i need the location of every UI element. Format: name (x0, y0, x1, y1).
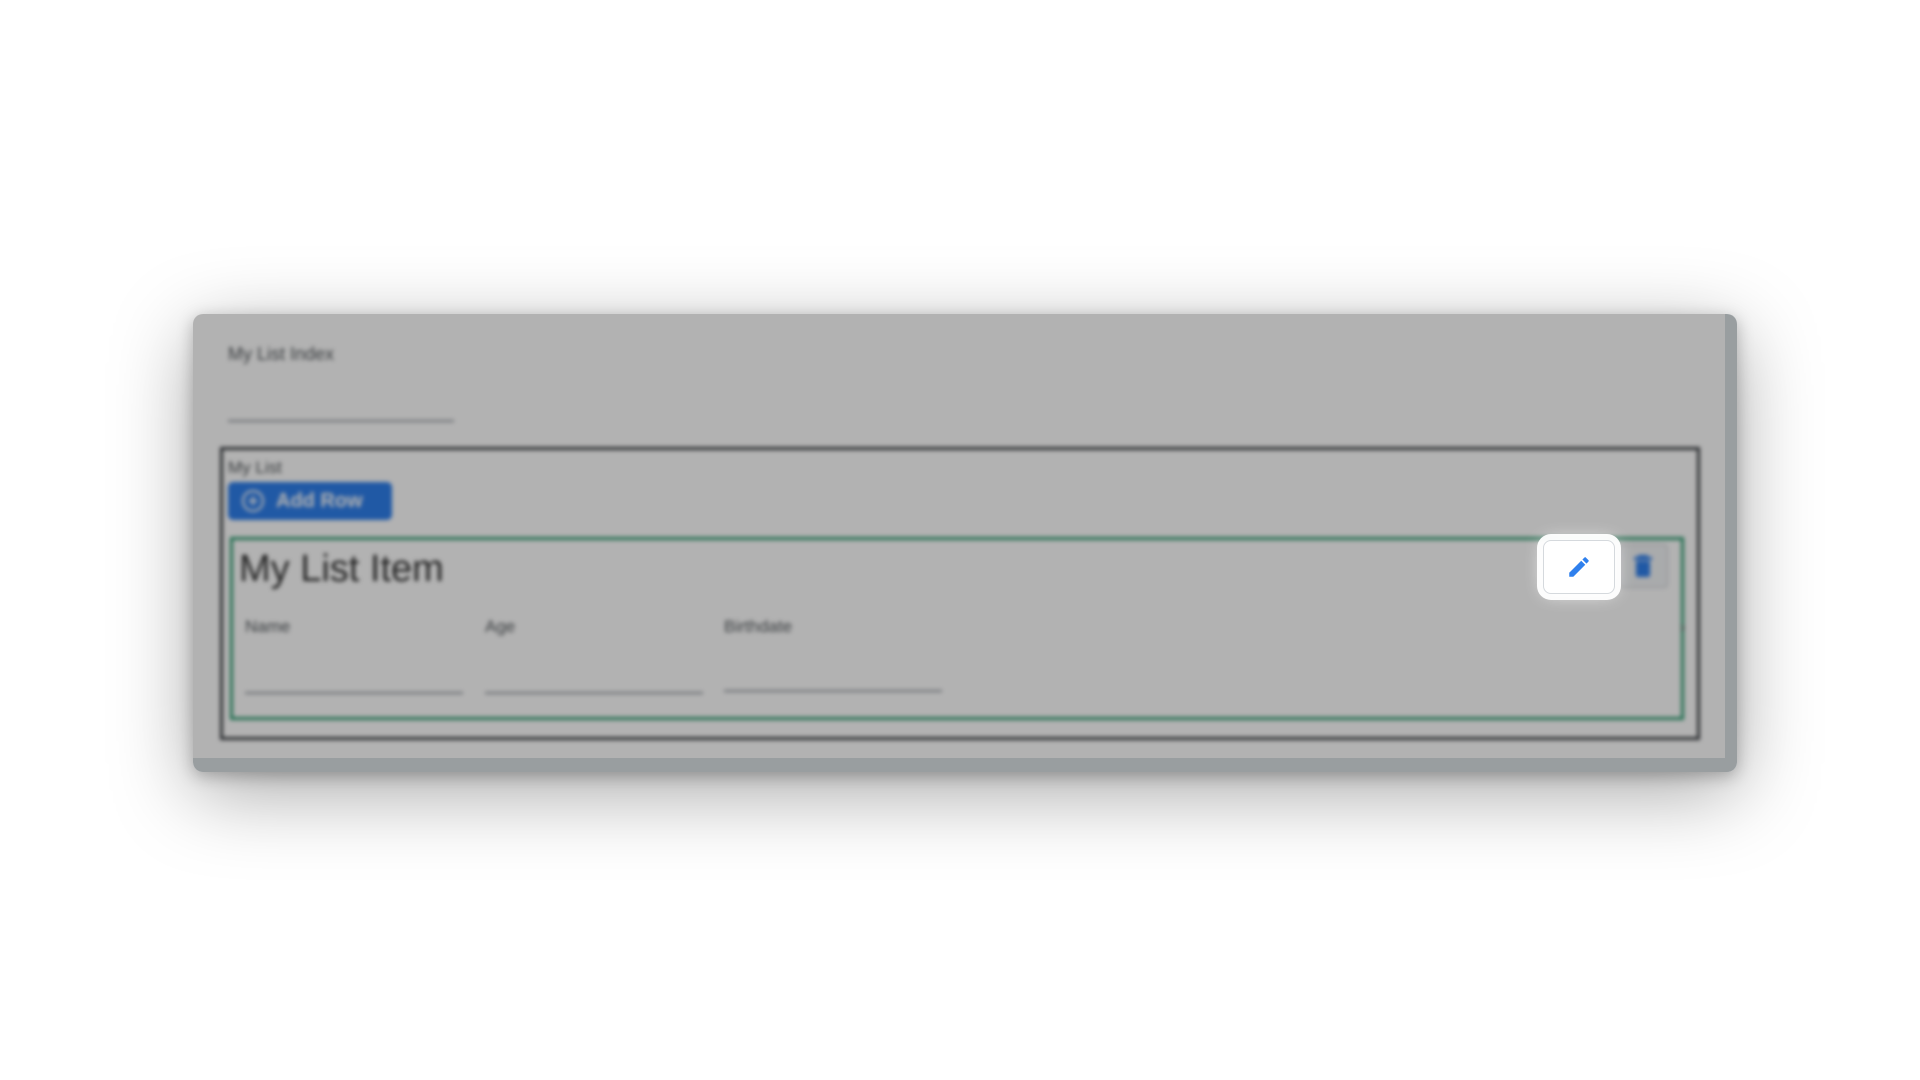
card-edge-bottom (193, 758, 1737, 772)
add-row-button[interactable]: + Add Row (228, 482, 392, 520)
index-label: My List Index (228, 344, 335, 364)
name-label: Name (245, 617, 291, 636)
birthdate-input[interactable] (724, 690, 942, 692)
pencil-icon (1569, 557, 1589, 577)
modal-card: My List Index My List + Add Row My List … (193, 314, 1737, 772)
card-edge-right (1725, 314, 1737, 772)
name-input[interactable] (245, 692, 463, 694)
page-backdrop: My List Index My List + Add Row My List … (0, 0, 1920, 1080)
index-input[interactable] (228, 420, 454, 422)
age-input[interactable] (485, 692, 703, 694)
delete-button[interactable] (1618, 544, 1668, 588)
age-label: Age (485, 617, 516, 636)
list-label: My List (228, 458, 282, 477)
edit-button[interactable] (1543, 540, 1615, 594)
add-row-label: Add Row (276, 489, 363, 512)
plus-circle-icon: + (242, 490, 264, 512)
list-item-title: My List Item (239, 548, 444, 590)
trash-icon (1634, 555, 1652, 577)
chevron-right-icon[interactable]: › (1680, 619, 1685, 637)
birthdate-label: Birthdate (724, 617, 793, 636)
form-surface: My List Index My List + Add Row My List … (193, 314, 1737, 772)
